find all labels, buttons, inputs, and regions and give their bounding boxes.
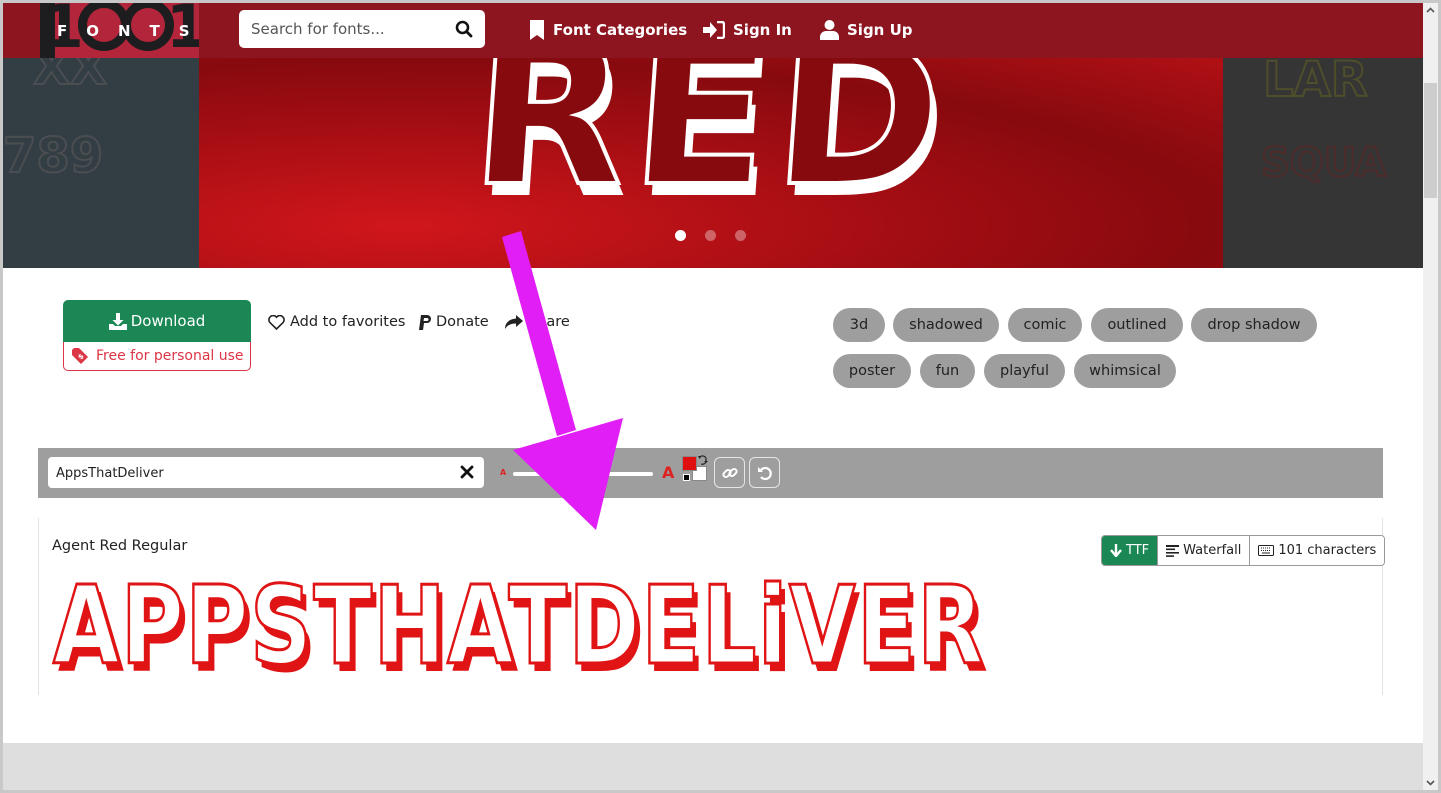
share-icon [505,314,523,329]
download-label: Download [130,312,206,330]
font-preview-panel: Agent Red Regular TTF Waterfall 101 char… [38,518,1386,695]
tag-chip[interactable]: whimsical [1074,354,1176,388]
sign-in-icon [703,21,725,39]
add-to-favorites-link[interactable]: Add to favorites [268,312,405,332]
carousel-dot-3[interactable] [735,230,746,241]
preview-text-field [48,457,484,488]
download-icon [108,312,127,330]
heart-icon [268,314,285,330]
keyboard-icon [1258,545,1275,556]
link-icon [721,467,738,478]
user-icon [820,20,839,40]
donate-link[interactable]: Donate [419,312,489,332]
price-tag-icon: $ [72,348,88,364]
foreground-color-swatch[interactable] [682,456,697,471]
page-footer-area [3,743,1423,790]
carousel-next-slide[interactable]: LAR SQUA [1223,58,1423,268]
license-label: Free for personal use [96,348,244,364]
logo-word: FONTS [57,22,199,40]
hero-carousel[interactable]: XX 789 RED LAR SQUA [3,58,1423,268]
share-link[interactable]: Share [505,312,570,332]
tag-chip[interactable]: comic [1008,308,1082,342]
tag-chip[interactable]: fun [920,354,975,388]
font-sample-text: APPSTHATDELiVER [52,563,986,691]
browser-viewport: 1 1 FONTS Font Categories Sign In [3,3,1423,790]
hero-title: RED [463,58,958,233]
preview-button-group: TTF Waterfall 101 characters [1101,535,1386,566]
reset-button[interactable] [749,457,780,488]
vertical-scrollbar[interactable] [1423,3,1438,790]
chevron-up-icon [1426,7,1435,13]
waterfall-button[interactable]: Waterfall [1158,536,1251,565]
bookmark-icon [530,20,544,40]
size-small-icon: A [500,468,507,477]
share-label: Share [528,314,570,330]
waterfall-label: Waterfall [1183,543,1242,558]
donate-label: Donate [436,314,489,330]
carousel-dot-1[interactable] [675,230,686,241]
search-icon[interactable] [455,20,473,38]
character-map-button[interactable]: 101 characters [1250,536,1385,565]
tag-chip[interactable]: drop shadow [1191,308,1317,342]
chevron-down-icon [1426,780,1435,786]
nav-sign-up-label: Sign Up [847,21,913,39]
permalink-button[interactable] [714,457,745,488]
search-input[interactable] [251,18,451,40]
carousel-prev-slide[interactable]: XX 789 [3,58,199,268]
size-large-icon: A [662,463,675,482]
swap-colors-icon[interactable] [698,454,709,466]
next-slide-text: LAR [1262,58,1369,109]
tag-chip[interactable]: shadowed [893,308,999,342]
font-size-slider[interactable] [513,472,653,476]
tag-chip[interactable]: poster [833,354,911,388]
nav-sign-in-label: Sign In [733,21,792,39]
characters-label: 101 characters [1278,543,1377,558]
preview-text-input[interactable] [56,463,436,483]
tag-chip[interactable]: outlined [1091,308,1183,342]
align-left-icon [1166,544,1180,557]
nav-sign-in[interactable]: Sign In [703,17,792,43]
tag-chip[interactable]: playful [984,354,1065,388]
arrow-down-icon [1110,544,1122,557]
prev-slide-text: XX [32,58,108,97]
nav-sign-up[interactable]: Sign Up [820,17,913,43]
prev-slide-text: 789 [3,127,104,185]
scrollbar-thumb[interactable] [1424,83,1437,198]
scroll-up-button[interactable] [1423,3,1438,17]
site-logo[interactable]: 1 1 FONTS [40,3,199,58]
license-badge: $ Free for personal use [63,342,251,371]
nav-font-categories-label: Font Categories [553,21,688,39]
next-slide-text: SQUA [1260,139,1387,187]
undo-icon [757,466,772,480]
scroll-down-button[interactable] [1423,776,1438,790]
add-to-favorites-label: Add to favorites [290,314,406,330]
navbar: 1 1 FONTS Font Categories Sign In [3,3,1423,58]
ttf-label: TTF [1126,543,1150,558]
tag-chip[interactable]: 3d [833,308,885,342]
reset-colors-icon[interactable] [683,474,690,481]
carousel-active-slide[interactable]: RED [199,58,1223,268]
font-style-name: Agent Red Regular [52,538,188,554]
search-box [239,10,485,48]
clear-text-icon[interactable] [460,465,474,479]
carousel-dot-2[interactable] [705,230,716,241]
paypal-icon [419,314,431,330]
download-button[interactable]: Download [63,300,251,342]
nav-font-categories[interactable]: Font Categories [529,17,687,43]
preview-toolbar: A A [38,448,1383,498]
download-ttf-button[interactable]: TTF [1102,536,1159,565]
